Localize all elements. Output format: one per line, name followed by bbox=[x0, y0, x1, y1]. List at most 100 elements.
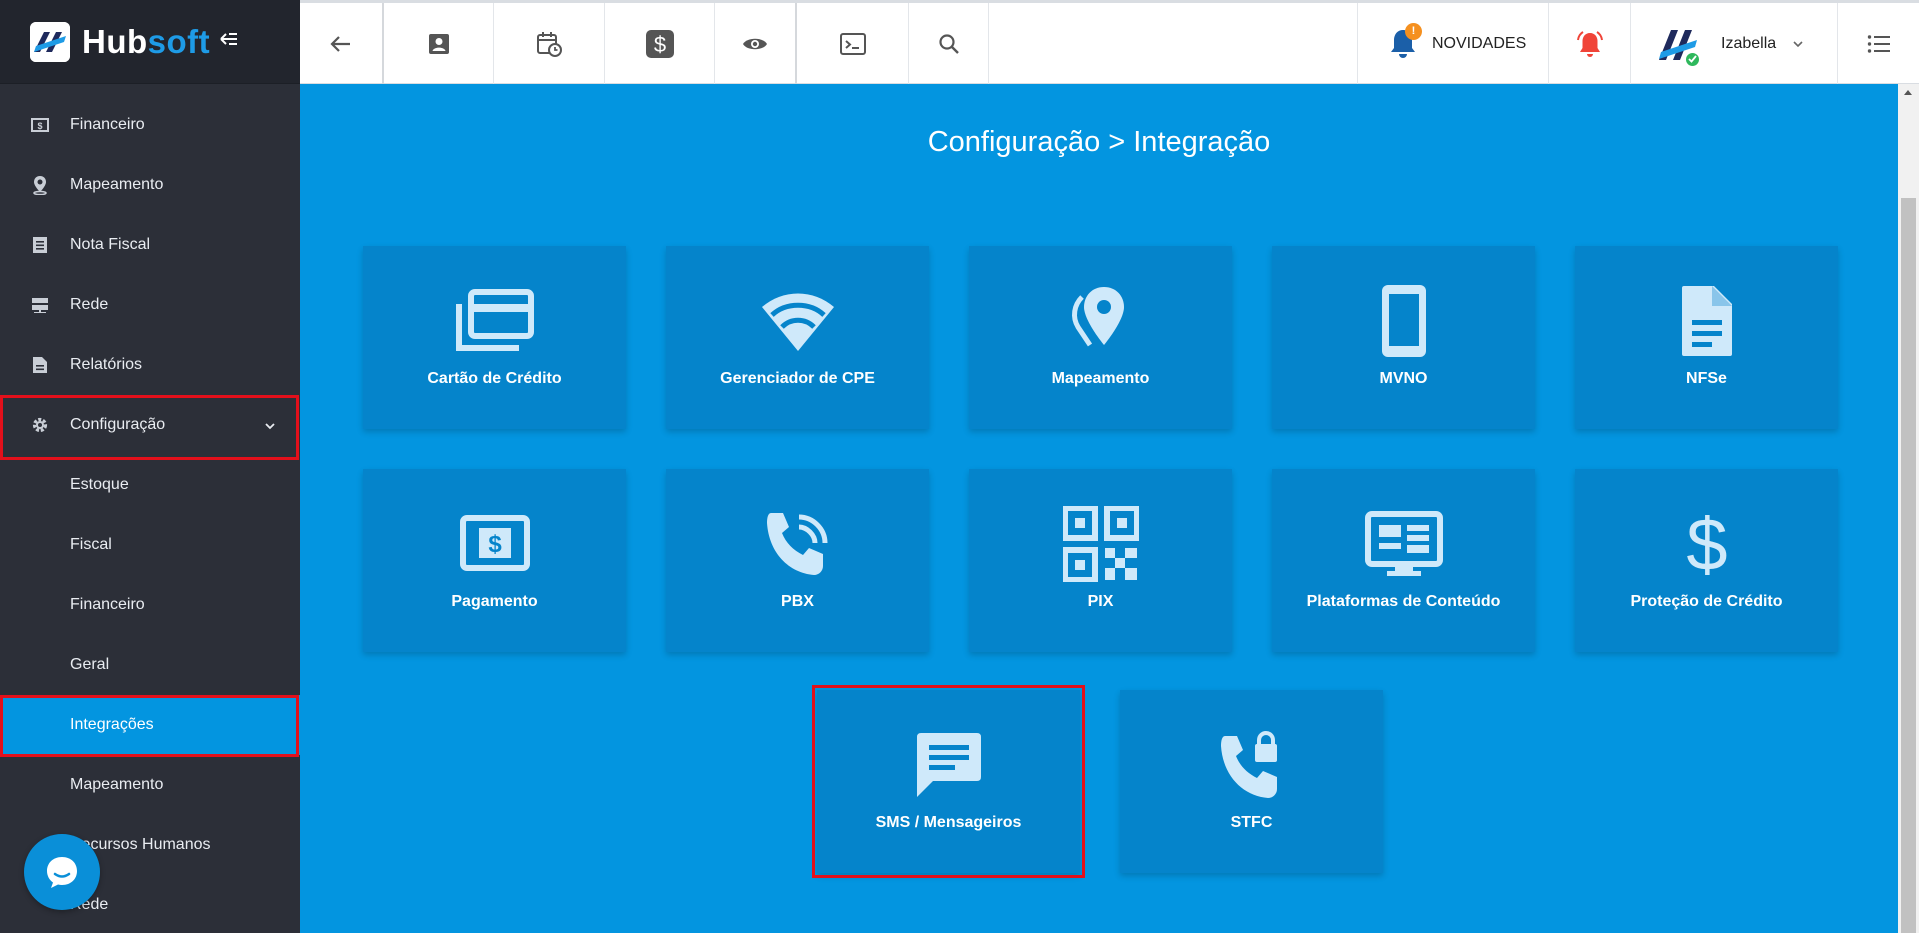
sidebar-subitem-fiscal[interactable]: Fiscal bbox=[0, 515, 300, 575]
tile-cartao-de-credito[interactable]: Cartão de Crédito bbox=[363, 246, 626, 429]
chat-widget-button[interactable] bbox=[24, 834, 100, 910]
tile-label: Pagamento bbox=[451, 593, 538, 610]
online-status-icon bbox=[1684, 50, 1701, 68]
svg-text:$: $ bbox=[1686, 506, 1727, 582]
vertical-scrollbar[interactable] bbox=[1898, 84, 1919, 933]
receipt-icon bbox=[30, 235, 50, 255]
map-pin-icon bbox=[1068, 282, 1134, 360]
terminal-button[interactable] bbox=[797, 3, 909, 84]
sidebar-item-nota-fiscal[interactable]: Nota Fiscal bbox=[0, 215, 300, 275]
brand-header: Hubsoft bbox=[0, 0, 300, 84]
brand-name-part1: Hub bbox=[82, 23, 148, 60]
dashboard-screen-icon bbox=[1364, 505, 1443, 583]
svg-text:$: $ bbox=[488, 531, 502, 558]
tile-label: NFSe bbox=[1686, 370, 1727, 387]
tile-pbx[interactable]: PBX bbox=[666, 469, 929, 652]
tile-protecao-de-credito[interactable]: $ Proteção de Crédito bbox=[1575, 469, 1838, 652]
notifications-button[interactable] bbox=[1549, 3, 1631, 84]
scroll-up-arrow-icon[interactable] bbox=[1904, 90, 1912, 95]
chat-bubble-icon bbox=[47, 857, 77, 888]
scrollbar-thumb[interactable] bbox=[1901, 198, 1916, 933]
tile-mvno[interactable]: MVNO bbox=[1272, 246, 1535, 429]
sidebar-item-rede[interactable]: Rede bbox=[0, 275, 300, 335]
map-pin-icon bbox=[30, 175, 50, 195]
brand-name-part2: soft bbox=[147, 23, 211, 60]
tile-pagamento[interactable]: $ Pagamento bbox=[363, 469, 626, 652]
user-name: Izabella bbox=[1721, 34, 1777, 52]
brand-name[interactable]: Hubsoft bbox=[82, 25, 210, 58]
gear-icon bbox=[30, 415, 50, 435]
document-icon bbox=[1678, 282, 1736, 360]
report-icon bbox=[30, 355, 50, 375]
tile-label: PIX bbox=[1087, 593, 1114, 610]
svg-text:$: $ bbox=[653, 32, 665, 57]
tile-label: Mapeamento bbox=[1051, 370, 1150, 387]
money-icon: $ bbox=[30, 115, 50, 135]
sidebar-item-label: Financeiro bbox=[70, 116, 145, 133]
sidebar-subitem-label: Estoque bbox=[70, 476, 129, 493]
avatar bbox=[1655, 22, 1701, 68]
sidebar-subitem-geral[interactable]: Geral bbox=[0, 635, 300, 695]
search-button[interactable] bbox=[909, 3, 989, 84]
sidebar-item-label: Relatórios bbox=[70, 356, 143, 373]
tile-mapeamento[interactable]: Mapeamento bbox=[969, 246, 1232, 429]
back-arrow-icon bbox=[330, 35, 350, 52]
news-label: NOVIDADES bbox=[1432, 34, 1527, 52]
sidebar-subitem-mapeamento[interactable]: Mapeamento bbox=[0, 755, 300, 815]
svg-text:$: $ bbox=[37, 121, 42, 131]
sidebar-item-configuracao[interactable]: Configuração bbox=[0, 395, 300, 455]
credit-card-icon bbox=[455, 282, 535, 360]
financial-button[interactable]: $ bbox=[605, 3, 715, 84]
page-title: Configuração > Integração bbox=[927, 126, 1271, 158]
chevron-down-icon bbox=[1792, 35, 1804, 53]
topbar: $ ! NOVIDADES Izabella bbox=[300, 0, 1919, 84]
tile-plataformas-de-conteudo[interactable]: Plataformas de Conteúdo bbox=[1272, 469, 1535, 652]
cash-icon: $ bbox=[459, 505, 531, 583]
sidebar-item-financeiro[interactable]: $ Financeiro bbox=[0, 95, 300, 155]
eye-icon bbox=[743, 38, 767, 49]
sidebar-subitem-label: Geral bbox=[70, 656, 110, 673]
tile-sms-mensageiros[interactable]: SMS / Mensageiros bbox=[812, 685, 1085, 878]
sidebar-item-label: Nota Fiscal bbox=[70, 236, 151, 253]
sidebar: Hubsoft $ Financeiro Mapeamento Nota Fis… bbox=[0, 0, 300, 933]
sidebar-item-mapeamento[interactable]: Mapeamento bbox=[0, 155, 300, 215]
sidebar-subitem-label: Integrações bbox=[70, 716, 154, 733]
tile-label: MVNO bbox=[1379, 370, 1428, 387]
tile-label: SMS / Mensageiros bbox=[875, 814, 1022, 831]
qr-code-icon bbox=[1062, 505, 1139, 583]
menu-list-button[interactable] bbox=[1838, 3, 1919, 84]
tile-label: STFC bbox=[1230, 814, 1273, 831]
calendar-clock-icon bbox=[537, 31, 562, 57]
collapse-sidebar-icon[interactable] bbox=[220, 30, 238, 53]
message-icon bbox=[913, 726, 985, 804]
sidebar-item-relatorios[interactable]: Relatórios bbox=[0, 335, 300, 395]
tile-stfc[interactable]: STFC bbox=[1120, 690, 1383, 873]
user-menu[interactable]: Izabella bbox=[1631, 3, 1838, 84]
tile-gerenciador-de-cpe[interactable]: Gerenciador de CPE bbox=[666, 246, 929, 429]
tile-label: Cartão de Crédito bbox=[427, 370, 562, 387]
dollar-icon: $ bbox=[645, 29, 674, 58]
chevron-down-icon bbox=[264, 417, 276, 435]
sidebar-subitem-financeiro[interactable]: Financeiro bbox=[0, 575, 300, 635]
contact-icon bbox=[428, 33, 449, 54]
sidebar-subitem-estoque[interactable]: Estoque bbox=[0, 455, 300, 515]
sidebar-subitem-integracoes[interactable]: Integrações bbox=[0, 695, 300, 755]
sidebar-subitem-label: Financeiro bbox=[70, 596, 145, 613]
view-button[interactable] bbox=[715, 3, 795, 84]
news-button[interactable]: ! NOVIDADES bbox=[1357, 3, 1549, 84]
list-icon bbox=[1867, 34, 1890, 53]
contacts-button[interactable] bbox=[384, 3, 494, 84]
sidebar-subitem-label: Fiscal bbox=[70, 536, 112, 553]
smartphone-icon bbox=[1378, 282, 1430, 360]
hubsoft-logo-icon bbox=[30, 21, 70, 62]
tile-pix[interactable]: PIX bbox=[969, 469, 1232, 652]
dollar-icon: $ bbox=[1685, 505, 1729, 583]
wifi-icon bbox=[758, 282, 838, 360]
bell-icon: ! bbox=[1388, 22, 1422, 61]
sidebar-item-label: Configuração bbox=[70, 416, 166, 433]
back-button[interactable] bbox=[300, 3, 382, 84]
tile-label: Gerenciador de CPE bbox=[720, 370, 875, 387]
tile-nfse[interactable]: NFSe bbox=[1575, 246, 1838, 429]
news-badge: ! bbox=[1405, 22, 1422, 40]
schedule-button[interactable] bbox=[494, 3, 605, 84]
